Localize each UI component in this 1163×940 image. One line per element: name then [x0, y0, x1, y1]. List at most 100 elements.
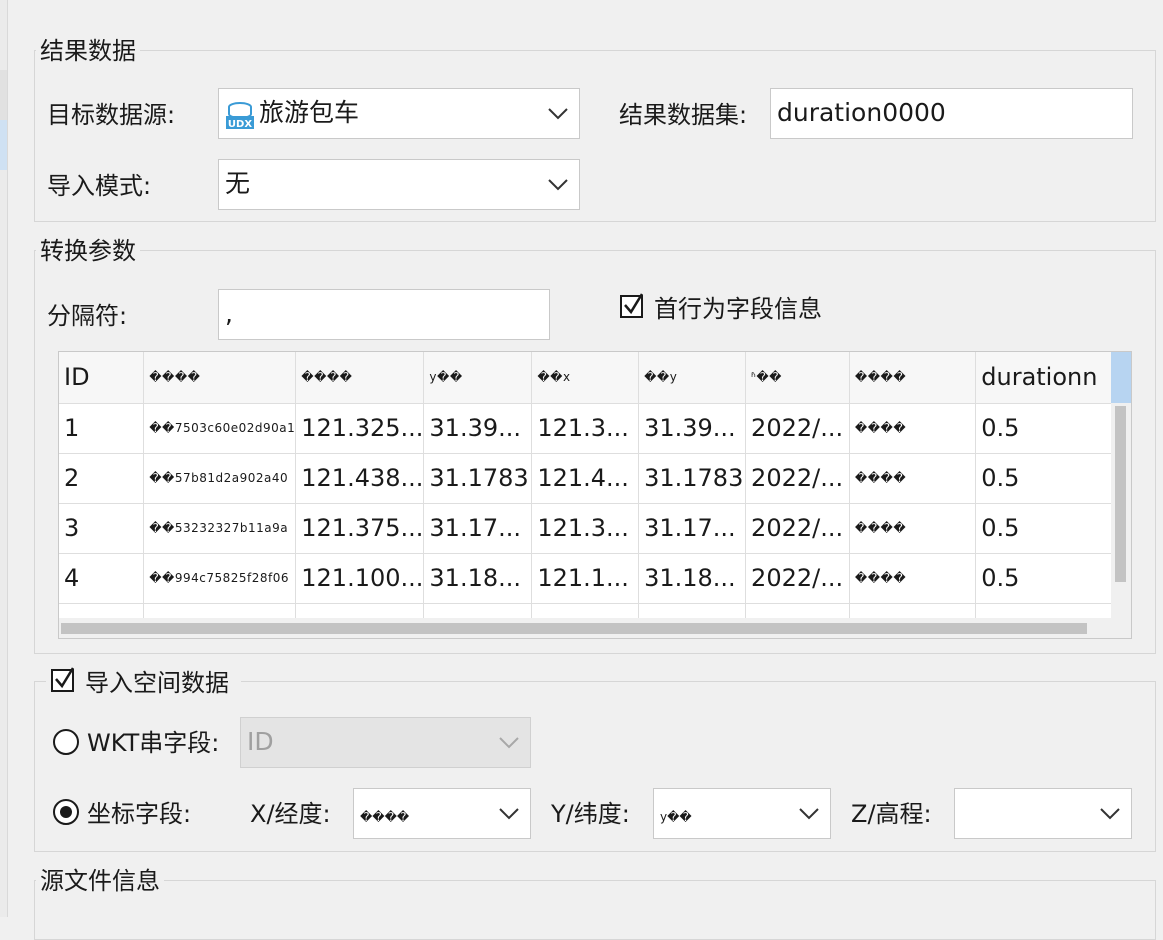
chevron-down-icon — [498, 736, 520, 750]
left-panel-edge — [0, 0, 8, 917]
source-file-group — [34, 880, 1156, 940]
table-cell: 31.1783 — [423, 453, 533, 504]
y-latitude-value: y�� — [660, 810, 692, 824]
source-file-title: 源文件信息 — [36, 866, 164, 896]
table-cell: 121.375... — [295, 503, 425, 554]
x-longitude-select[interactable]: ���� — [353, 788, 531, 839]
table-row[interactable]: 2 ��57b81d2a902a40 121.438... 31.1783 12… — [59, 453, 1131, 504]
first-row-header-label: 首行为字段信息 — [654, 295, 822, 323]
preview-table[interactable]: ID ���� ���� y�� ��x ��y ʱ�� ���� durati… — [58, 351, 1132, 639]
vertical-scrollbar[interactable] — [1111, 352, 1131, 620]
table-cell: 4 — [59, 553, 145, 604]
table-cell: 31.18... — [638, 553, 747, 604]
coord-field-radio[interactable] — [53, 799, 79, 825]
table-cell: 121.4... — [531, 453, 640, 504]
table-cell: 2022/... — [745, 503, 850, 554]
preview-grid: ID ���� ���� y�� ��x ��y ʱ�� ���� durati… — [59, 352, 1131, 638]
wkt-field-label: WKT串字段: — [87, 729, 220, 757]
table-cell: ��994c75825f28f06 — [143, 553, 297, 604]
wkt-field-radio[interactable] — [53, 729, 79, 755]
z-elevation-label: Z/高程: — [851, 800, 932, 828]
result-data-title: 结果数据 — [36, 36, 140, 66]
convert-params-title: 转换参数 — [36, 236, 140, 266]
column-header[interactable]: y�� — [423, 352, 533, 404]
udx-datasource-icon: UDX — [225, 99, 255, 130]
chevron-down-icon — [1099, 807, 1121, 821]
x-longitude-value: ���� — [360, 810, 410, 824]
table-cell: ���� — [849, 453, 977, 504]
import-spatial-label: 导入空间数据 — [85, 669, 229, 697]
table-cell: 121.3... — [531, 403, 640, 454]
delimiter-input[interactable]: , — [218, 289, 550, 340]
chevron-down-icon — [547, 178, 569, 192]
column-header[interactable]: ��x — [531, 352, 640, 404]
column-header[interactable]: ʱ�� — [745, 352, 850, 404]
table-cell: 2022/... — [745, 453, 850, 504]
y-latitude-label: Y/纬度: — [551, 800, 630, 828]
table-cell: 121.100... — [295, 553, 425, 604]
y-latitude-select[interactable]: y�� — [653, 788, 831, 839]
table-cell: 31.17... — [423, 503, 533, 554]
table-cell: ���� — [849, 503, 977, 554]
wkt-field-select[interactable]: ID — [240, 717, 531, 768]
import-mode-value: 无 — [225, 169, 251, 198]
table-cell: 121.1... — [531, 553, 640, 604]
result-dataset-input[interactable]: duration0000 — [770, 88, 1133, 139]
horizontal-scroll-thumb[interactable] — [61, 623, 1087, 634]
table-cell: 1 — [59, 403, 145, 454]
import-spatial-checkbox[interactable] — [51, 667, 75, 692]
table-cell: 31.39... — [423, 403, 533, 454]
target-source-label: 目标数据源: — [47, 101, 176, 129]
target-source-value: 旅游包车 — [259, 98, 360, 127]
column-header[interactable]: ���� — [143, 352, 297, 404]
table-cell: 121.325... — [295, 403, 425, 454]
vertical-scroll-thumb[interactable] — [1115, 406, 1126, 582]
coord-field-label: 坐标字段: — [87, 800, 192, 828]
table-cell: 2 — [59, 453, 145, 504]
chevron-down-icon — [798, 807, 820, 821]
import-mode-label: 导入模式: — [47, 172, 152, 200]
delimiter-label: 分隔符: — [47, 302, 128, 330]
table-row[interactable]: 4 ��994c75825f28f06 121.100... 31.18... … — [59, 553, 1131, 604]
left-panel-item — [0, 70, 7, 120]
import-mode-select[interactable]: 无 — [218, 159, 580, 210]
table-cell: 2022/... — [745, 553, 850, 604]
table-header-row: ID ���� ���� y�� ��x ��y ʱ�� ���� durati… — [59, 352, 1131, 404]
chevron-down-icon — [498, 807, 520, 821]
column-header[interactable]: ��y — [638, 352, 747, 404]
result-dataset-label: 结果数据集: — [619, 101, 748, 129]
table-cell: 0.5 — [975, 503, 1131, 554]
svg-text:UDX: UDX — [228, 119, 252, 130]
table-cell: 0.5 — [975, 453, 1131, 504]
table-cell: 31.18... — [423, 553, 533, 604]
scrollbar-header-corner — [1111, 352, 1131, 403]
table-cell: 0.5 — [975, 553, 1131, 604]
column-header[interactable]: durationn — [975, 352, 1131, 404]
table-cell: 121.438... — [295, 453, 425, 504]
table-cell: ���� — [849, 403, 977, 454]
column-header[interactable]: ID — [59, 352, 145, 404]
table-cell: ��57b81d2a902a40 — [143, 453, 297, 504]
z-elevation-select[interactable] — [954, 788, 1132, 839]
horizontal-scrollbar[interactable] — [59, 618, 1131, 638]
x-longitude-label: X/经度: — [250, 800, 331, 828]
radio-selected-dot — [60, 806, 72, 818]
first-row-header-checkbox[interactable] — [620, 293, 644, 318]
wkt-field-value: ID — [247, 727, 274, 756]
table-cell: ��53232327b11a9a — [143, 503, 297, 554]
table-cell: 0.5 — [975, 403, 1131, 454]
column-header[interactable]: ���� — [849, 352, 977, 404]
table-cell: 31.1783 — [638, 453, 747, 504]
table-cell: ��7503c60e02d90a1 — [143, 403, 297, 454]
table-cell: ���� — [849, 553, 977, 604]
table-cell: 3 — [59, 503, 145, 554]
target-source-select[interactable]: UDX 旅游包车 — [218, 88, 580, 139]
left-panel-selected-item — [0, 120, 7, 170]
table-row[interactable]: 3 ��53232327b11a9a 121.375... 31.17... 1… — [59, 503, 1131, 554]
column-header[interactable]: ���� — [295, 352, 425, 404]
table-cell: 31.39... — [638, 403, 747, 454]
table-cell: 121.3... — [531, 503, 640, 554]
table-cell: 31.17... — [638, 503, 747, 554]
table-cell: 2022/... — [745, 403, 850, 454]
table-row[interactable]: 1 ��7503c60e02d90a1 121.325... 31.39... … — [59, 403, 1131, 454]
